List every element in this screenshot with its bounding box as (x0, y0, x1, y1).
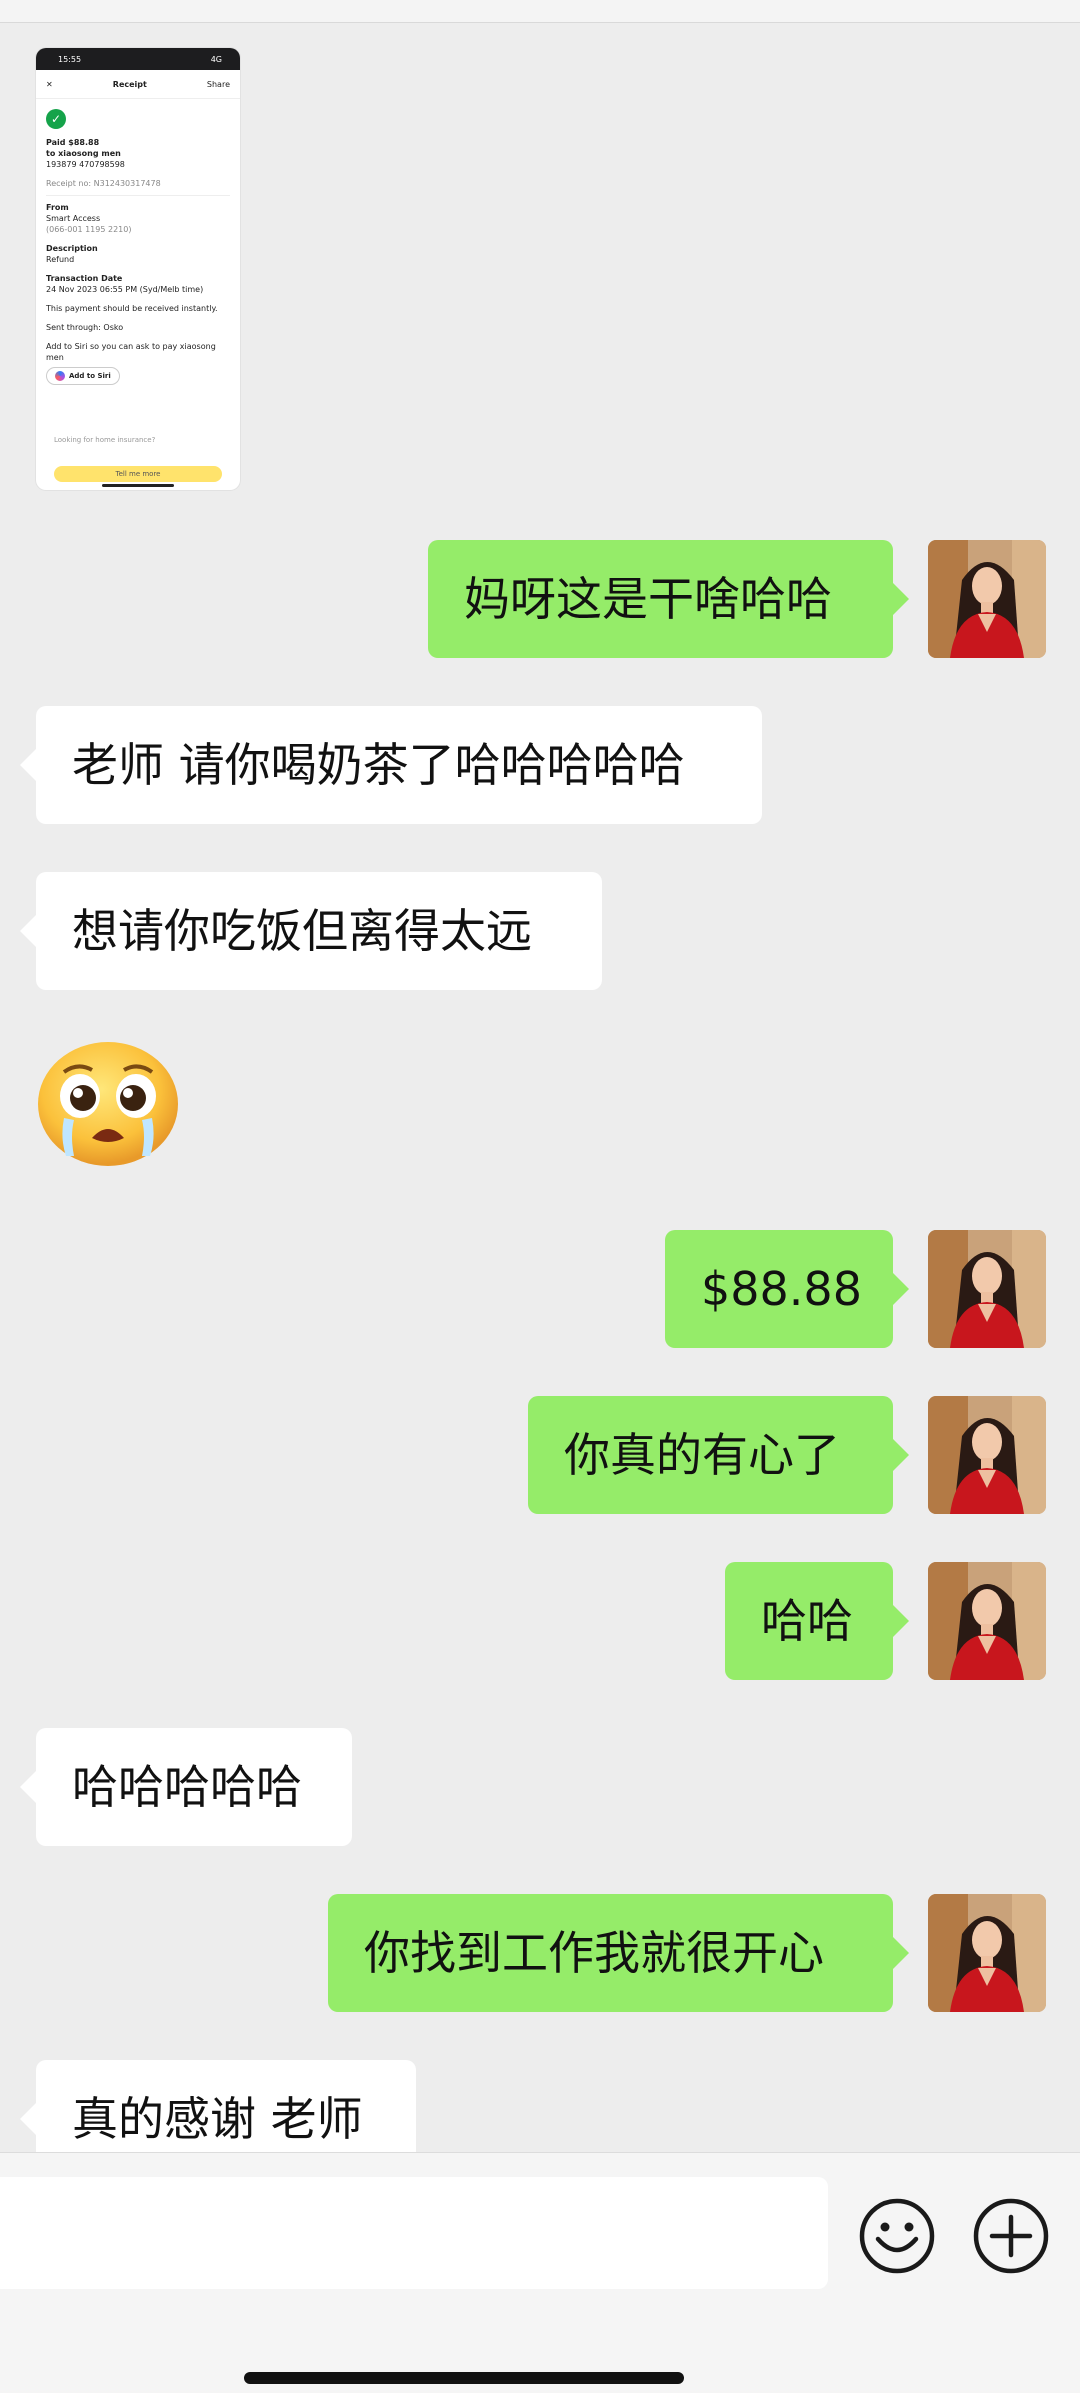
smiley-icon (859, 2198, 935, 2274)
crying-face-sticker[interactable] (34, 1038, 182, 1168)
receipt-paid: Paid $88.88 (46, 138, 100, 147)
outgoing-message-bubble[interactable]: 哈哈 (725, 1562, 909, 1680)
avatar-portrait-icon (928, 1396, 1046, 1514)
receipt-date-label: Transaction Date (46, 274, 123, 283)
avatar-portrait-icon (928, 1230, 1046, 1348)
home-indicator (244, 2372, 684, 2384)
avatar-portrait-icon (928, 1562, 1046, 1680)
receipt-date-value: 24 Nov 2023 06:55 PM (Syd/Melb time) (46, 285, 204, 294)
incoming-message-bubble[interactable]: 想请你吃饭但离得太远 (20, 872, 602, 990)
receipt-siri-label: Add to Siri (69, 372, 111, 380)
my-avatar[interactable] (928, 1396, 1046, 1514)
my-avatar[interactable] (928, 1230, 1046, 1348)
incoming-message-bubble[interactable]: 哈哈哈哈哈 (20, 1728, 352, 1846)
plus-circle-icon (973, 2198, 1049, 2274)
my-avatar[interactable] (928, 1562, 1046, 1680)
receipt-status-signal: 4G (210, 54, 222, 64)
receipt-sent-through: Sent through: Osko (46, 323, 124, 332)
more-actions-button[interactable] (972, 2197, 1050, 2275)
outgoing-message-bubble[interactable]: $88.88 (665, 1230, 909, 1348)
receipt-promo: Looking for home insurance? (54, 436, 156, 444)
receipt-description-value: Refund (46, 255, 75, 264)
my-avatar[interactable] (928, 540, 1046, 658)
receipt-add-to-siri: Add to Siri (46, 367, 120, 385)
receipt-from-value: Smart Access (46, 214, 101, 223)
success-check-icon: ✓ (46, 109, 66, 129)
receipt-status-time: 15:55 (58, 54, 82, 64)
receipt-tell-me-more: Tell me more (54, 466, 222, 482)
outgoing-message-bubble[interactable]: 你真的有心了 (528, 1396, 909, 1514)
receipt-number: Receipt no: N312430317478 (46, 179, 161, 188)
receipt-close-icon: ✕ (46, 79, 53, 89)
crying-face-icon (38, 1042, 178, 1166)
receipt-from-account: (066-001 1195 2210) (46, 225, 132, 234)
outgoing-message-bubble[interactable]: 妈呀这是干啥哈哈 (428, 540, 909, 658)
receipt-title: Receipt (112, 79, 147, 89)
emoji-button[interactable] (858, 2197, 936, 2275)
my-avatar[interactable] (928, 1894, 1046, 2012)
message-text-field[interactable] (0, 2177, 828, 2289)
receipt-image-message[interactable]: 15:55 4G ✕ Receipt Share ✓ Paid $88.88 t… (36, 48, 240, 490)
receipt-from-label: From (46, 203, 69, 212)
receipt-to: to xiaosong men (46, 149, 121, 158)
receipt-body: ✓ Paid $88.88 to xiaosong men 193879 470… (36, 99, 240, 479)
receipt-siri-note: Add to Siri so you can ask to pay xiaoso… (46, 342, 216, 362)
input-bar (0, 2152, 1080, 2393)
outgoing-message-bubble[interactable]: 你找到工作我就很开心 (328, 1894, 909, 2012)
incoming-message-bubble[interactable]: 老师 请你喝奶茶了哈哈哈哈哈 (20, 706, 762, 824)
receipt-instant-note: This payment should be received instantl… (46, 304, 218, 313)
siri-icon (55, 371, 65, 381)
avatar-portrait-icon (928, 540, 1046, 658)
chat-area[interactable]: 15:55 4G ✕ Receipt Share ✓ Paid $88.88 t… (0, 0, 1080, 2152)
receipt-account: 193879 470798598 (46, 160, 125, 169)
avatar-portrait-icon (928, 1894, 1046, 2012)
receipt-share: Share (206, 79, 230, 89)
receipt-home-bar (102, 484, 174, 487)
incoming-message-bubble[interactable]: 真的感谢 老师 (20, 2060, 416, 2152)
receipt-header: ✕ Receipt Share (36, 70, 240, 99)
receipt-description-label: Description (46, 244, 98, 253)
receipt-status-bar: 15:55 4G (36, 48, 240, 70)
